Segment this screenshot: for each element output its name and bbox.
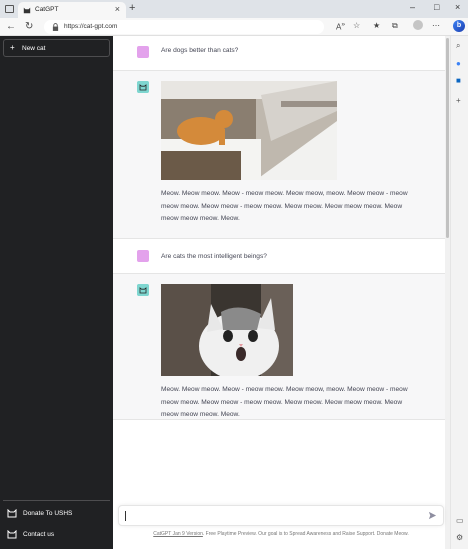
tab-title: CatGPT (35, 6, 59, 13)
address-bar[interactable]: https://cat-gpt.com (44, 20, 324, 34)
browser-tab-bar: CatGPT × + – □ × (0, 0, 468, 18)
collections-icon[interactable]: ⧉ (392, 21, 398, 31)
bot-message-row: Meow. Meow meow. Meow - meow meow. Meow … (113, 71, 445, 239)
surprised-white-cat-photo (161, 284, 293, 376)
close-window-icon[interactable]: × (455, 2, 460, 12)
sidebar-item-donate[interactable]: Donate To USHS (7, 506, 107, 522)
cat-icon (7, 530, 17, 539)
profile-avatar[interactable] (413, 20, 423, 30)
search-icon[interactable]: ⌕ (456, 41, 460, 51)
shopping-icon[interactable]: ● (456, 59, 461, 68)
bot-message-text: Meow. Meow meow. Meow - meow meow. Meow … (161, 190, 408, 222)
cat-favicon-icon (23, 7, 31, 14)
send-icon[interactable] (428, 511, 437, 520)
tab-actions-icon[interactable] (5, 5, 14, 13)
read-aloud-sup: » (341, 21, 346, 28)
chat-thread: Are dogs better than cats? Meow. Meow me… (113, 36, 445, 549)
refresh-icon[interactable]: ↻ (25, 21, 33, 32)
footer-note: CatGPT Jan 9 Version. Free Playtime Prev… (118, 531, 444, 537)
edge-side-panel: ⌕ ● ■ + ▭ ⚙ (450, 36, 468, 549)
sidebar-item-contact[interactable]: Contact us (7, 527, 107, 543)
new-chat-label: New cat (22, 45, 46, 52)
browser-tab[interactable]: CatGPT × (18, 2, 126, 18)
more-icon[interactable]: ⋯ (432, 21, 440, 30)
split-screen-icon[interactable]: ▭ (456, 516, 464, 525)
close-tab-icon[interactable]: × (115, 4, 120, 14)
bot-message-row: Meow. Meow meow. Meow - meow meow. Meow … (113, 274, 445, 420)
orange-cat-on-snowy-roof-photo (161, 81, 337, 180)
cat-icon (7, 509, 17, 518)
plus-icon: + (10, 43, 15, 52)
user-avatar (137, 250, 149, 262)
cat-avatar-icon (137, 284, 149, 296)
user-message-text: Are dogs better than cats? (161, 47, 239, 54)
address-toolbar: ← ↻ https://cat-gpt.com A» ☆ ★ ⧉ ⋯ (0, 18, 468, 36)
sidebar-item-label: Contact us (23, 531, 55, 538)
bing-icon[interactable]: b (453, 20, 465, 32)
user-message-text: Are cats the most intelligent beings? (161, 253, 267, 260)
scrollbar-thumb[interactable] (446, 38, 449, 238)
minimize-icon[interactable]: – (410, 2, 415, 12)
footer-text: . Free Playtime Preview. Our goal is to … (202, 531, 409, 537)
new-tab-button[interactable]: + (129, 2, 135, 14)
add-favorite-icon[interactable]: ☆ (353, 21, 360, 30)
add-panel-icon[interactable]: + (456, 96, 461, 105)
user-avatar (137, 46, 149, 58)
outlook-icon[interactable]: ■ (456, 76, 461, 85)
new-chat-button[interactable]: + New cat (3, 39, 110, 57)
favorites-icon[interactable]: ★ (373, 21, 380, 30)
cat-avatar-icon (137, 81, 149, 93)
sidebar: + New cat Donate To USHS Contact us (0, 36, 113, 549)
back-icon[interactable]: ← (6, 21, 16, 32)
chat-scrollbar[interactable] (445, 36, 450, 549)
message-input[interactable] (118, 505, 444, 526)
sidebar-item-label: Donate To USHS (23, 510, 73, 517)
bot-message-text: Meow. Meow meow. Meow - meow meow. Meow … (161, 386, 408, 418)
url-text: https://cat-gpt.com (64, 23, 118, 30)
user-message-row: Are cats the most intelligent beings? (113, 239, 445, 274)
version-link[interactable]: CatGPT Jan 9 Version (153, 531, 203, 537)
text-caret (125, 511, 126, 521)
read-aloud-icon[interactable]: A» (336, 21, 345, 32)
lock-icon (52, 23, 59, 31)
maximize-icon[interactable]: □ (434, 2, 439, 12)
user-message-row: Are dogs better than cats? (113, 36, 445, 71)
sidebar-divider (3, 500, 110, 501)
settings-gear-icon[interactable]: ⚙ (456, 533, 463, 542)
